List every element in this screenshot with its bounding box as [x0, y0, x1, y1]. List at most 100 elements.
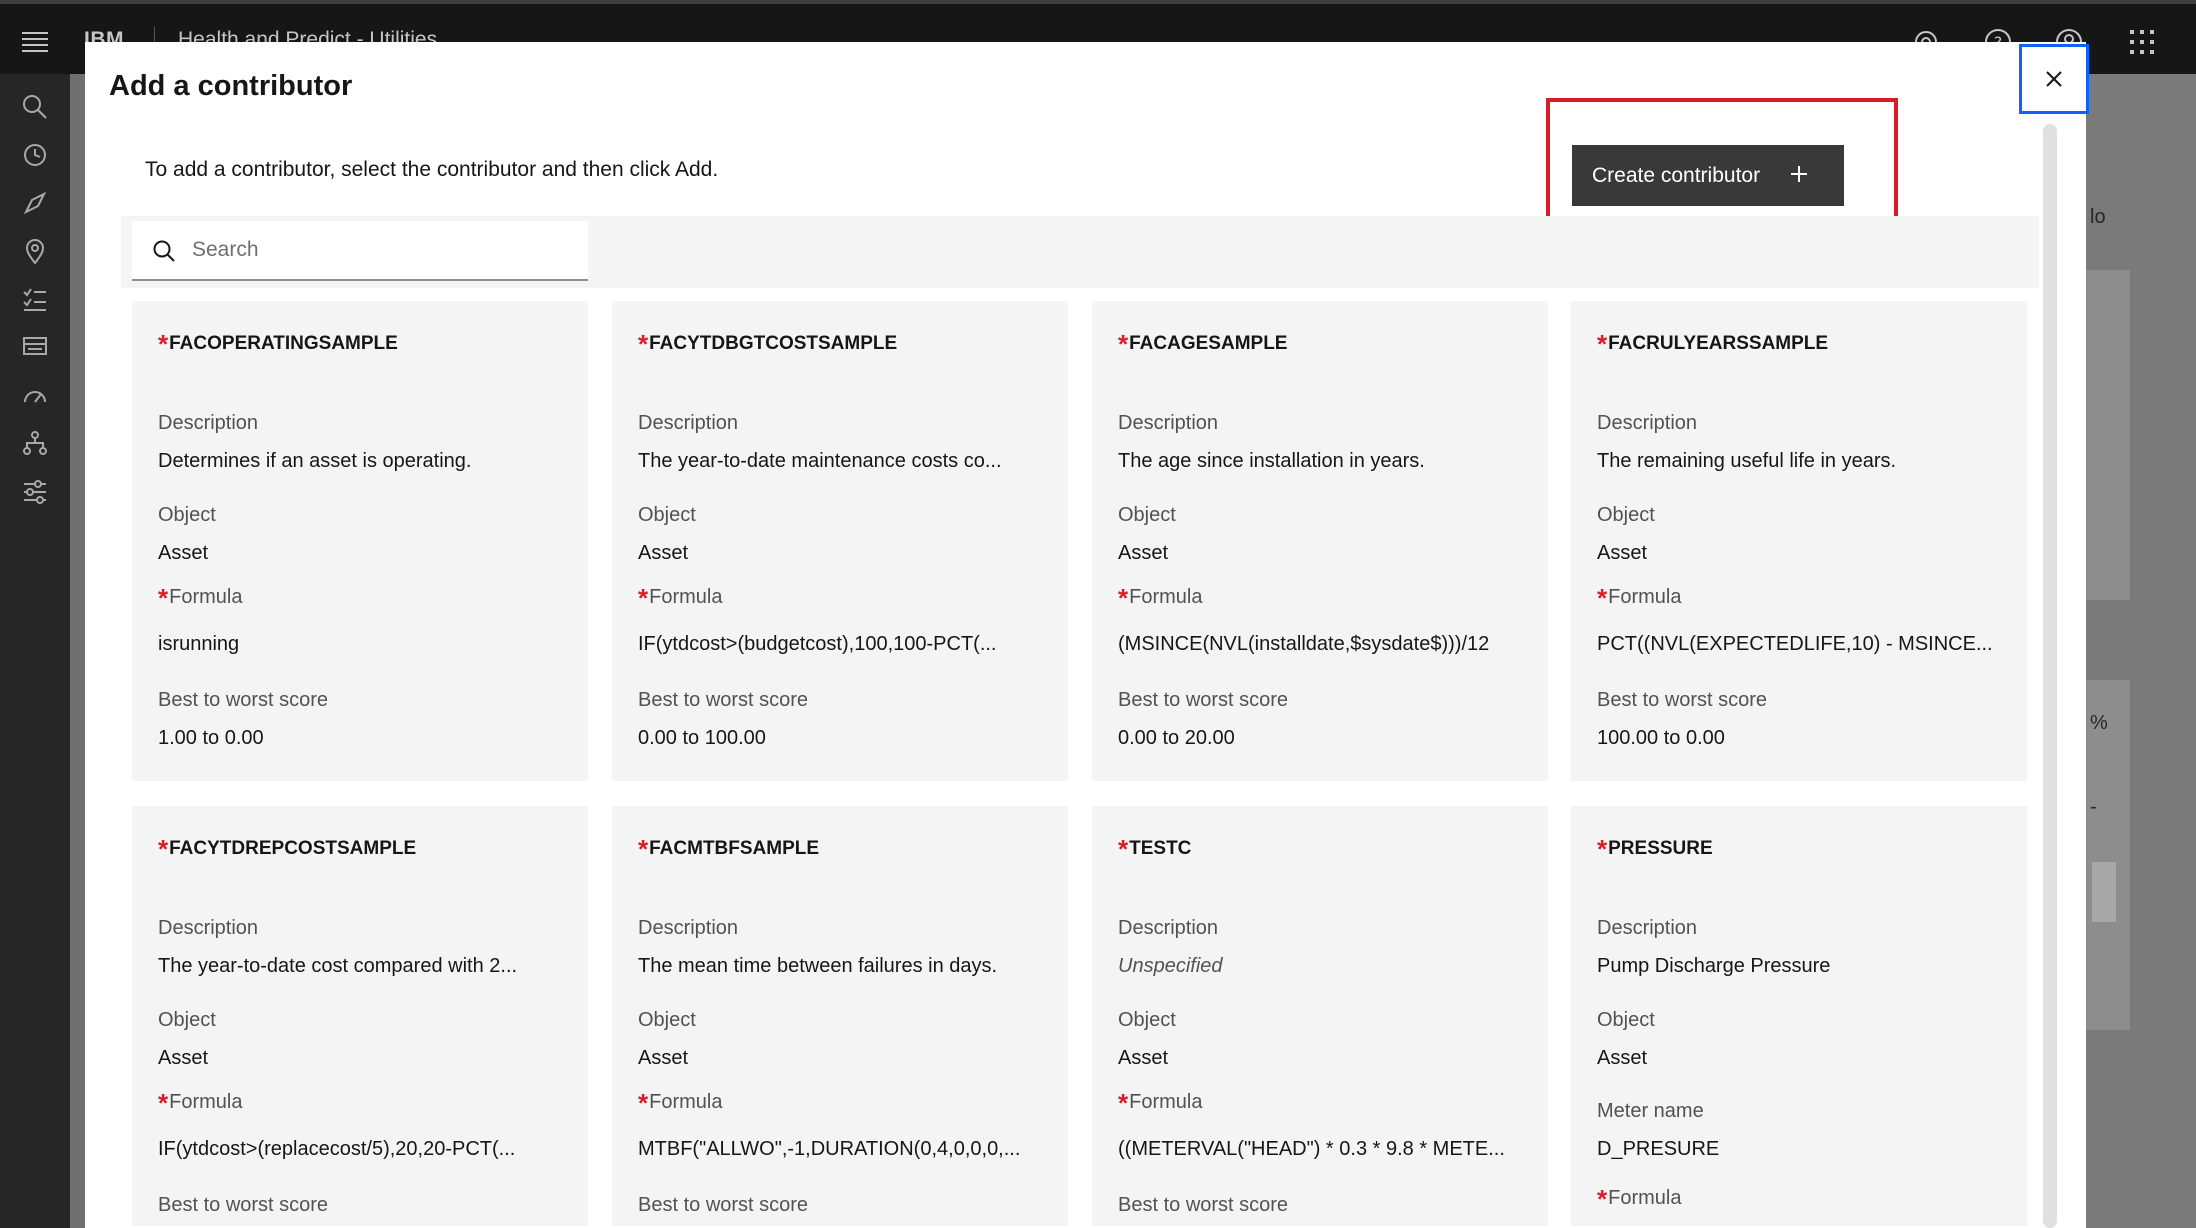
create-contributor-button[interactable]: Create contributor	[1572, 145, 1844, 206]
required-asterisk: *	[1118, 834, 1129, 864]
launch-icon[interactable]	[20, 188, 50, 218]
formula-label: Formula	[1608, 1187, 1682, 1209]
object-value: Asset	[638, 1047, 689, 1069]
checklist-icon[interactable]	[20, 284, 50, 314]
modal-scrollbar[interactable]	[2043, 124, 2057, 1228]
description-label: Description	[638, 917, 739, 939]
formula-label-wrapper: *Formula	[1597, 1184, 1681, 1215]
score-label: Best to worst score	[638, 689, 809, 711]
card-name-wrapper: *FACOPERATINGSAMPLE	[158, 329, 398, 360]
description-value: The mean time between failures in days.	[638, 955, 998, 977]
contributor-card[interactable]: *FACYTDREPCOSTSAMPLE Description The year-…	[132, 806, 588, 1226]
search-toolbar	[121, 216, 2039, 288]
formula-value: IF(ytdcost>(budgetcost),100,100-PCT(...	[638, 633, 997, 655]
required-asterisk: *	[158, 834, 169, 864]
location-icon[interactable]	[20, 236, 50, 266]
score-label: Best to worst score	[1118, 689, 1289, 711]
description-label: Description	[638, 412, 739, 434]
description-label: Description	[158, 412, 259, 434]
required-asterisk: *	[638, 583, 649, 613]
search-input[interactable]	[192, 221, 572, 279]
description-label: Description	[1118, 917, 1219, 939]
formula-label-wrapper: *Formula	[158, 1088, 242, 1119]
background-bar	[2092, 862, 2116, 922]
score-label: Best to worst score	[1597, 689, 1768, 711]
object-label: Object	[1597, 504, 1655, 526]
history-icon[interactable]	[20, 140, 50, 170]
contributor-card[interactable]: *FACMTBFSAMPLE Description The mean time b…	[612, 806, 1068, 1226]
object-value: Asset	[1118, 542, 1169, 564]
app-switcher-icon[interactable]	[2126, 26, 2158, 58]
meter-name-label: Meter name	[1597, 1100, 1704, 1122]
object-value: Asset	[638, 542, 689, 564]
dashboard-icon[interactable]	[20, 332, 50, 362]
description-value: The remaining useful life in years.	[1597, 450, 1897, 472]
formula-label-wrapper: *Formula	[638, 1088, 722, 1119]
contributor-card[interactable]: *FACYTDBGTCOSTSAMPLE Description The year-…	[612, 301, 1068, 781]
modal-title: Add a contributor	[109, 70, 353, 102]
formula-value: PCT((NVL(EXPECTEDLIFE,10) - MSINCE...	[1597, 633, 1993, 655]
contributor-card[interactable]: *FACRULYEARSSAMPLE Description The remaini…	[1571, 301, 2027, 781]
description-value: The year-to-date maintenance costs co...	[638, 450, 1002, 472]
card-name-wrapper: *FACAGESAMPLE	[1118, 329, 1287, 360]
adjust-settings-icon[interactable]	[20, 476, 50, 506]
formula-label: Formula	[1129, 586, 1203, 608]
object-value: Asset	[158, 542, 209, 564]
card-name-wrapper: *TESTC	[1118, 834, 1191, 865]
object-label: Object	[1118, 504, 1176, 526]
card-name-wrapper: *FACMTBFSAMPLE	[638, 834, 819, 865]
object-label: Object	[158, 1009, 216, 1031]
score-label: Best to worst score	[158, 1194, 329, 1216]
left-navigation-rail	[0, 74, 70, 1228]
search-icon[interactable]	[20, 92, 50, 122]
contributor-card[interactable]: *FACAGESAMPLE Description The age since in…	[1092, 301, 1548, 781]
card-name-wrapper: *FACRULYEARSSAMPLE	[1597, 329, 1828, 360]
formula-value: (MSINCE(NVL(installdate,$sysdate$)))/12	[1118, 633, 1490, 655]
required-asterisk: *	[1118, 1088, 1129, 1118]
description-value: The year-to-date cost compared with 2...	[158, 955, 518, 977]
contributor-card[interactable]: *TESTC Description Unspecified Object Asset *…	[1092, 806, 1548, 1226]
score-label: Best to worst score	[1118, 1194, 1289, 1216]
score-value: 0.00 to 20.00	[1118, 727, 1235, 749]
card-name: FACRULYEARSSAMPLE	[1608, 333, 1829, 354]
object-label: Object	[638, 504, 696, 526]
card-name-wrapper: *FACYTDBGTCOSTSAMPLE	[638, 329, 897, 360]
object-value: Asset	[1597, 1047, 1648, 1069]
formula-label: Formula	[649, 1091, 723, 1113]
card-name-wrapper: *PRESSURE	[1597, 834, 1713, 865]
description-label: Description	[1597, 412, 1698, 434]
formula-label-wrapper: *Formula	[1118, 583, 1202, 614]
search-box	[132, 221, 588, 281]
search-icon	[153, 240, 175, 262]
required-asterisk: *	[158, 583, 169, 613]
score-value: 1.00 to 0.00	[158, 727, 264, 749]
formula-label-wrapper: *Formula	[1597, 583, 1681, 614]
close-button[interactable]	[2019, 44, 2089, 114]
create-contributor-label: Create contributor	[1592, 163, 1761, 187]
card-name: PRESSURE	[1608, 838, 1713, 859]
formula-label-wrapper: *Formula	[158, 583, 242, 614]
meter-icon[interactable]	[20, 380, 50, 410]
formula-value: isrunning	[158, 633, 240, 655]
card-name-wrapper: *FACYTDREPCOSTSAMPLE	[158, 834, 416, 865]
formula-label: Formula	[649, 586, 723, 608]
required-asterisk: *	[638, 329, 649, 359]
hierarchy-icon[interactable]	[20, 428, 50, 458]
card-name: FACMTBFSAMPLE	[649, 838, 820, 859]
description-label: Description	[1118, 412, 1219, 434]
score-label: Best to worst score	[638, 1194, 809, 1216]
formula-value: ((METERVAL("HEAD") * 0.3 * 9.8 * METE...	[1118, 1138, 1505, 1160]
description-value: Determines if an asset is operating.	[158, 450, 472, 472]
card-name: FACAGESAMPLE	[1129, 333, 1288, 354]
formula-label: Formula	[1129, 1091, 1203, 1113]
required-asterisk: *	[1118, 583, 1129, 613]
background-text-fragment: -	[2090, 796, 2097, 818]
object-label: Object	[638, 1009, 696, 1031]
formula-label-wrapper: *Formula	[638, 583, 722, 614]
contributor-card[interactable]: *PRESSURE Description Pump Discharge Press…	[1571, 806, 2027, 1226]
formula-label: Formula	[169, 586, 243, 608]
contributor-card[interactable]: *FACOPERATINGSAMPLE Description Determines…	[132, 301, 588, 781]
required-asterisk: *	[1597, 1184, 1608, 1214]
hamburger-menu-icon[interactable]	[18, 24, 52, 58]
card-name: FACYTDBGTCOSTSAMPLE	[649, 333, 898, 354]
